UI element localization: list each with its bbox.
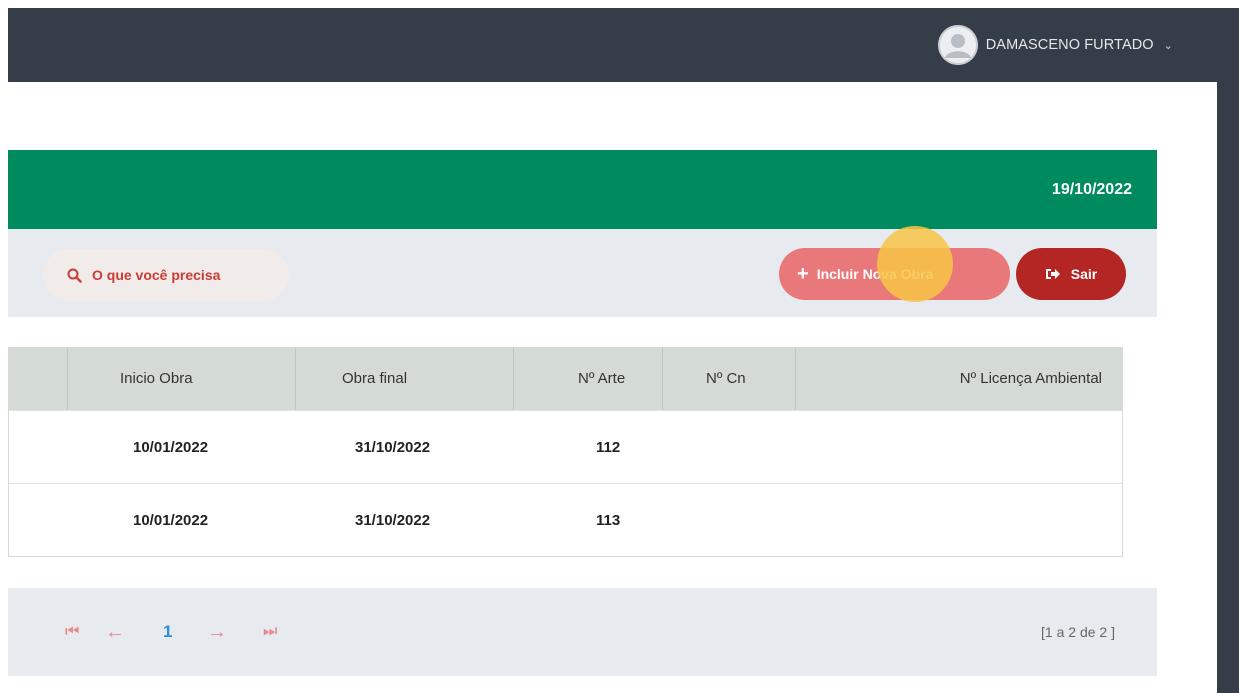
column-divider <box>662 348 663 410</box>
user-name: DAMASCENO FURTADO <box>985 37 1154 53</box>
top-strip <box>0 0 1239 8</box>
add-obra-label: Incluir Nova Obra <box>816 266 934 282</box>
search-placeholder: O que você precisa <box>92 267 221 283</box>
header-numero-arte[interactable]: Nº Arte <box>578 348 625 410</box>
column-divider <box>67 348 68 410</box>
table-header: Inicio Obra Obra final Nº Arte Nº Cn Nº … <box>9 348 1122 410</box>
add-obra-button[interactable]: + Incluir Nova Obra <box>779 248 1010 300</box>
pagination-bar: ⏮ ← 1 → ⏭ [1 a 2 de 2 ] <box>8 588 1157 676</box>
chevron-down-icon: ⌄ <box>1163 39 1173 52</box>
next-page-icon[interactable]: → <box>207 588 227 676</box>
prev-page-icon[interactable]: ← <box>105 588 125 676</box>
exit-label: Sair <box>1070 266 1098 282</box>
search-input[interactable]: O que você precisa <box>43 249 289 301</box>
user-avatar-icon <box>937 25 978 65</box>
first-page-icon[interactable]: ⏮ <box>65 588 79 676</box>
cell-obra-final: 31/10/2022 <box>355 439 431 456</box>
cell-inicio-obra: 10/01/2022 <box>133 439 209 456</box>
record-count: [1 a 2 de 2 ] <box>1041 624 1115 640</box>
header-obra-final[interactable]: Obra final <box>342 348 407 410</box>
table-row[interactable]: 10/01/2022 31/10/2022 113 <box>9 483 1122 557</box>
title-banner: 19/10/2022 <box>8 150 1157 229</box>
table-row[interactable]: 10/01/2022 31/10/2022 112 <box>9 410 1122 484</box>
last-page-icon[interactable]: ⏭ <box>263 588 277 676</box>
header-inicio-obra[interactable]: Inicio Obra <box>120 348 193 410</box>
sign-out-icon <box>1045 269 1060 279</box>
cell-numero-arte: 113 <box>596 512 621 529</box>
current-page[interactable]: 1 <box>163 588 172 676</box>
exit-button[interactable]: Sair <box>1016 248 1126 300</box>
search-icon <box>67 268 82 283</box>
cell-numero-arte: 112 <box>596 439 621 456</box>
plus-icon: + <box>797 263 809 285</box>
cell-inicio-obra: 10/01/2022 <box>133 512 209 529</box>
top-navbar: DAMASCENO FURTADO ⌄ <box>8 8 1239 82</box>
column-divider <box>295 348 296 410</box>
header-licenca-ambiental[interactable]: Nº Licença Ambiental <box>960 348 1102 410</box>
toolbar: O que você precisa + Incluir Nova Obra S… <box>8 229 1157 317</box>
column-divider <box>795 348 796 410</box>
page-scrollbar[interactable] <box>1217 82 1239 693</box>
cell-obra-final: 31/10/2022 <box>355 512 431 529</box>
header-numero-cn[interactable]: Nº Cn <box>706 348 746 410</box>
obras-table: Inicio Obra Obra final Nº Arte Nº Cn Nº … <box>8 347 1123 557</box>
banner-date: 19/10/2022 <box>1051 181 1132 198</box>
column-divider <box>513 348 514 410</box>
user-menu[interactable]: DAMASCENO FURTADO ⌄ <box>937 8 1173 82</box>
